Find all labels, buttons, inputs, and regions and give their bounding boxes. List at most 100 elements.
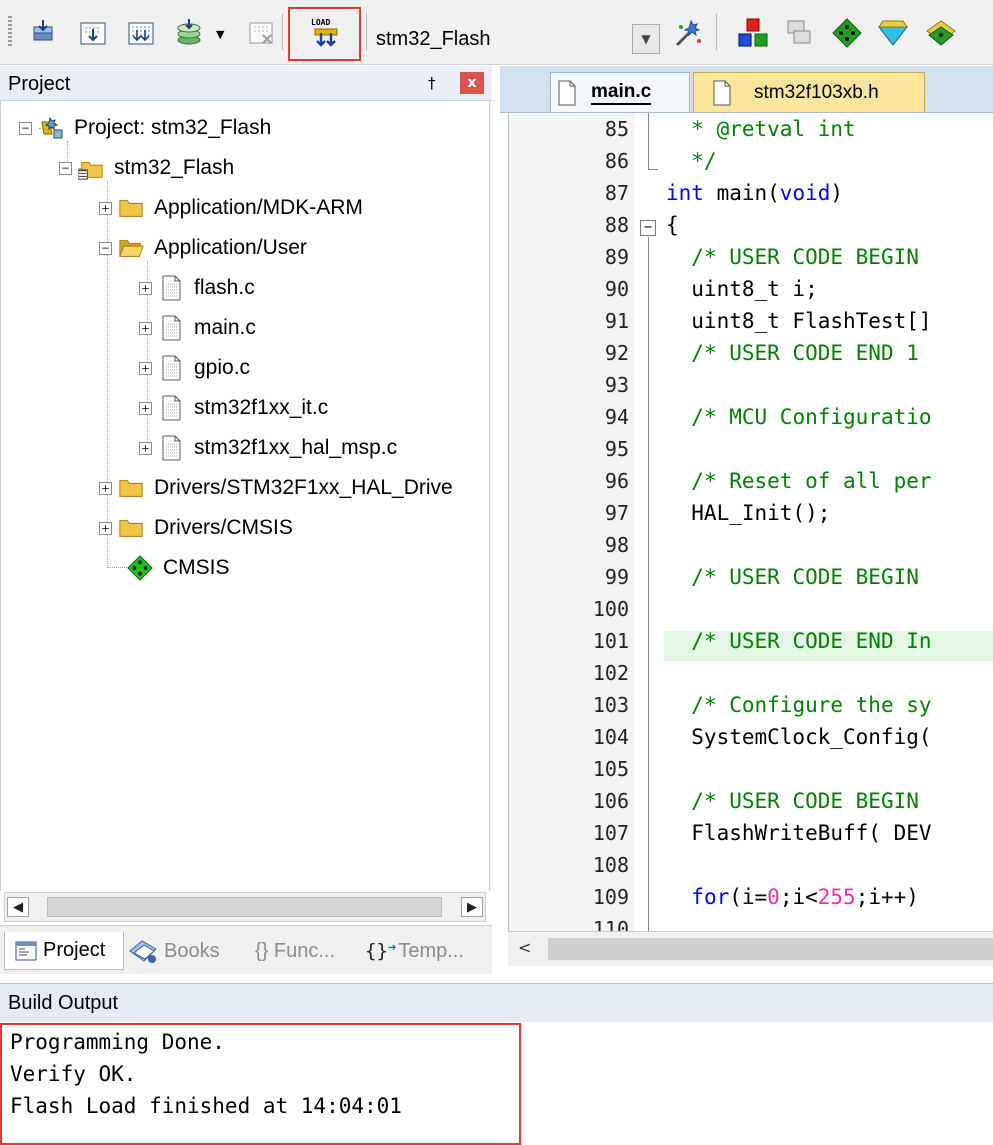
options-wand-icon[interactable] — [672, 16, 706, 50]
target-name[interactable]: stm32_Flash — [376, 28, 491, 51]
code-line[interactable]: HAL_Init(); — [666, 501, 830, 525]
line-number: 90 — [604, 277, 629, 301]
tab-books[interactable]: Books — [128, 932, 220, 970]
pack-installer-icon[interactable] — [830, 16, 864, 50]
batch-build-icon[interactable] — [172, 16, 206, 50]
expand-icon[interactable]: + — [99, 201, 112, 215]
tree-node-file[interactable]: + gpio.c — [139, 352, 250, 384]
stop-build-icon — [244, 16, 278, 50]
scroll-left-icon[interactable]: ◀ — [7, 897, 29, 917]
line-number-gutter: 85 86 87 88 89 90 91 92 93 94 95 96 97 98 99 100 101 102 1… — [509, 113, 634, 931]
tab-functions[interactable]: {} Func... — [255, 932, 335, 970]
batch-build-dropdown-icon[interactable]: ▼ — [216, 28, 224, 41]
tree-node-label: CMSIS — [163, 556, 230, 579]
code-line[interactable]: /* USER CODE BEGIN — [666, 565, 919, 589]
tree-node-group[interactable]: + Drivers/CMSIS — [99, 512, 293, 544]
scrollbar-thumb[interactable] — [548, 938, 993, 960]
code-line[interactable]: * @retval int — [666, 117, 855, 141]
expand-icon[interactable]: + — [139, 321, 152, 335]
expand-icon[interactable]: + — [99, 481, 112, 495]
scroll-left-icon[interactable]: < — [518, 938, 531, 957]
expand-icon[interactable]: + — [139, 361, 152, 375]
code-line[interactable]: { — [666, 213, 679, 237]
line-number: 103 — [592, 693, 629, 717]
project-tree-scrollbar[interactable]: ◀ ▶ — [4, 892, 486, 922]
select-software-packs-icon[interactable] — [876, 16, 910, 50]
tree-node-file[interactable]: + main.c — [139, 312, 256, 344]
load-icon[interactable] — [309, 26, 343, 50]
scroll-right-icon[interactable]: ▶ — [461, 897, 483, 917]
line-number: 102 — [592, 661, 629, 685]
tab-templates[interactable]: {} ➜ Temp... — [365, 932, 464, 970]
code-line[interactable]: /* MCU Configuratio — [666, 405, 931, 429]
scrollbar-thumb[interactable] — [47, 897, 442, 917]
line-number: 101 — [592, 629, 629, 653]
line-number: 94 — [604, 405, 629, 429]
tree-node-label: Drivers/STM32F1xx_HAL_Drive — [154, 476, 453, 499]
code-line[interactable]: for(i=0;i<255;i++) — [666, 885, 919, 909]
tree-node-group[interactable]: + Application/MDK-ARM — [99, 192, 363, 224]
line-number: 110 — [592, 917, 629, 931]
expand-icon[interactable]: + — [99, 521, 112, 535]
expand-icon[interactable]: + — [139, 281, 152, 295]
books-icon — [128, 937, 160, 965]
collapse-icon[interactable]: − — [19, 121, 32, 135]
code-line[interactable]: /* Configure the sy — [666, 693, 931, 717]
file-icon — [158, 275, 184, 301]
tree-node-file[interactable]: + stm32f1xx_hal_msp.c — [139, 432, 397, 464]
code-editor[interactable]: 85 86 87 88 89 90 91 92 93 94 95 96 97 98 99 100 101 102 1… — [508, 113, 993, 931]
line-number: 85 — [604, 117, 629, 141]
tree-node-component[interactable]: CMSIS — [127, 552, 230, 584]
collapse-icon[interactable]: − — [59, 161, 72, 175]
toolbar-grip[interactable] — [8, 16, 12, 48]
code-line[interactable]: /* USER CODE END In — [666, 629, 931, 653]
expand-icon[interactable]: + — [139, 441, 152, 455]
code-line[interactable]: /* USER CODE END 1 — [666, 341, 919, 365]
editor-scrollbar[interactable]: < — [508, 931, 993, 966]
expand-icon[interactable]: + — [139, 401, 152, 415]
tree-node-project[interactable]: − Project: stm32_Flash — [19, 112, 271, 144]
tab-stm32f103xb-h[interactable]: stm32f103xb.h — [693, 72, 925, 112]
manage-components-icon[interactable] — [736, 16, 770, 50]
code-line[interactable]: SystemClock_Config( — [666, 725, 931, 749]
code-line[interactable]: /* USER CODE BEGIN — [666, 245, 919, 269]
build-icon[interactable] — [76, 16, 110, 50]
code-line[interactable]: */ — [666, 149, 716, 173]
file-icon — [158, 315, 184, 341]
close-pane-button[interactable]: x — [460, 72, 484, 94]
tree-node-label: gpio.c — [194, 356, 251, 379]
tree-node-file[interactable]: + stm32f1xx_it.c — [139, 392, 328, 424]
collapse-icon[interactable]: − — [99, 241, 112, 255]
line-number: 99 — [604, 565, 629, 589]
rebuild-icon[interactable] — [124, 16, 158, 50]
tree-node-group[interactable]: − Application/User — [99, 232, 307, 264]
code-line[interactable]: uint8_t i; — [666, 277, 817, 301]
project-pane-title: Project — [8, 73, 71, 95]
code-line[interactable]: uint8_t FlashTest[] — [666, 309, 931, 333]
tree-node-file[interactable]: + flash.c — [139, 272, 255, 304]
tab-main-c[interactable]: main.c — [550, 72, 690, 112]
tab-label: stm32f103xb.h — [754, 81, 879, 103]
tab-label: Books — [164, 939, 220, 962]
code-line[interactable]: /* USER CODE BEGIN — [666, 789, 919, 813]
pin-icon[interactable]: † — [428, 74, 436, 92]
target-dropdown-chevron-icon[interactable]: ▼ — [632, 24, 660, 54]
file-icon — [158, 435, 184, 461]
project-pane-tabs: Project Books {} Func... {} ➜ Temp... — [0, 925, 492, 974]
line-number: 96 — [604, 469, 629, 493]
tab-project[interactable]: Project — [4, 932, 124, 970]
tree-node-group[interactable]: + Drivers/STM32F1xx_HAL_Drive — [99, 472, 453, 504]
line-number: 86 — [604, 149, 629, 173]
tree-node-target[interactable]: − stm32_Flash — [59, 152, 234, 184]
code-line[interactable]: /* Reset of all per — [666, 469, 931, 493]
line-number: 92 — [604, 341, 629, 365]
code-line[interactable]: FlashWriteBuff( DEV — [666, 821, 931, 845]
tree-node-label: flash.c — [194, 276, 255, 299]
code-line[interactable]: int main(void) — [666, 181, 843, 205]
project-window-icon — [15, 941, 37, 961]
manage-runtime-icon[interactable] — [924, 16, 958, 50]
line-number: 91 — [604, 309, 629, 333]
translate-icon[interactable] — [26, 16, 60, 50]
line-number: 93 — [604, 373, 629, 397]
fold-collapse-icon[interactable]: − — [640, 220, 656, 236]
